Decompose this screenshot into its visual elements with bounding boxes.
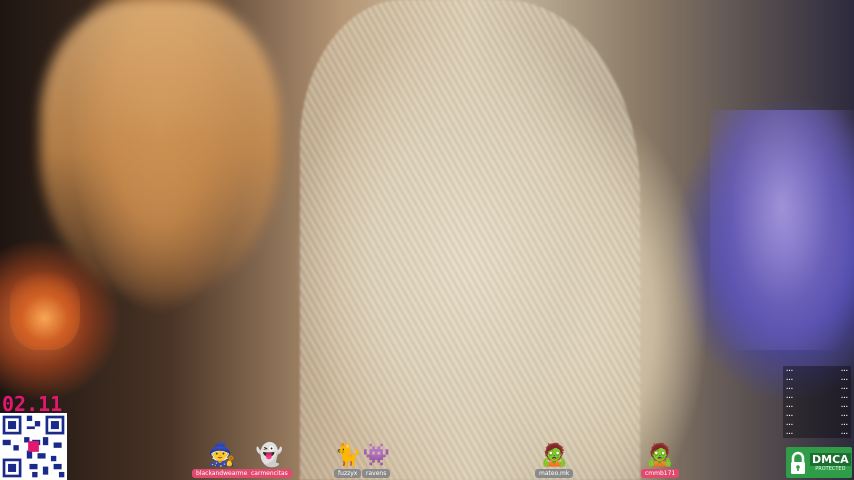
- tip-menu-row: ••• •••: [786, 395, 848, 400]
- ghost-icon: 👻: [255, 443, 284, 468]
- zombies-icon: 🧟: [646, 443, 674, 468]
- sticker-zombie: 🧟 mateo.mk: [535, 443, 574, 478]
- sticker-skeleton-cat: 🐈 fuzzyx: [334, 444, 361, 478]
- dmca-sublabel: PROTECTED: [815, 466, 846, 472]
- zombie-icon: 🧟: [540, 443, 568, 468]
- fireplace-glow: [10, 270, 80, 350]
- sticker-ghost-blob: 👾 ravens: [362, 443, 391, 478]
- tip-menu-row: ••• •••: [786, 404, 848, 409]
- lock-icon: [791, 451, 805, 474]
- tip-menu-row: ••• •••: [786, 422, 848, 427]
- ghost-blob-icon: 👾: [362, 443, 390, 468]
- dmca-label: DMCA: [810, 453, 851, 466]
- dmca-badge[interactable]: DMCA PROTECTED: [786, 447, 852, 478]
- tip-menu-overlay: ••• ••• ••• ••• ••• ••• ••• ••• ••• ••• ••• ••…: [783, 366, 851, 438]
- purple-lights: [710, 110, 854, 350]
- skeleton-cat-icon: 🐈: [334, 443, 362, 468]
- sticker-label: blackandwearme: [192, 469, 252, 478]
- tip-menu-row: ••• •••: [786, 386, 848, 391]
- sticker-zombies: 🧟 cmmb171: [641, 443, 680, 478]
- video-frame: [0, 0, 854, 480]
- tip-menu-row: ••• •••: [786, 368, 848, 373]
- tip-menu-row: ••• •••: [786, 431, 848, 436]
- qr-code[interactable]: [0, 413, 67, 480]
- sticker-label: cmmb171: [641, 469, 680, 478]
- knit-top-area: [300, 0, 640, 480]
- sticker-witch: 🧙 blackandwearme: [192, 443, 252, 478]
- hair-area: [40, 0, 280, 300]
- sticker-label: fuzzyx: [334, 469, 362, 478]
- tip-menu-row: ••• •••: [786, 413, 848, 418]
- sticker-label: ravens: [362, 469, 391, 478]
- sticker-label: carmencitas: [247, 469, 292, 478]
- tip-menu-row: ••• •••: [786, 377, 848, 382]
- sticker-label: mateo.mk: [535, 469, 574, 478]
- witch-hat-icon: 🧙: [207, 443, 236, 468]
- sticker-ghost: 👻 carmencitas: [247, 444, 292, 478]
